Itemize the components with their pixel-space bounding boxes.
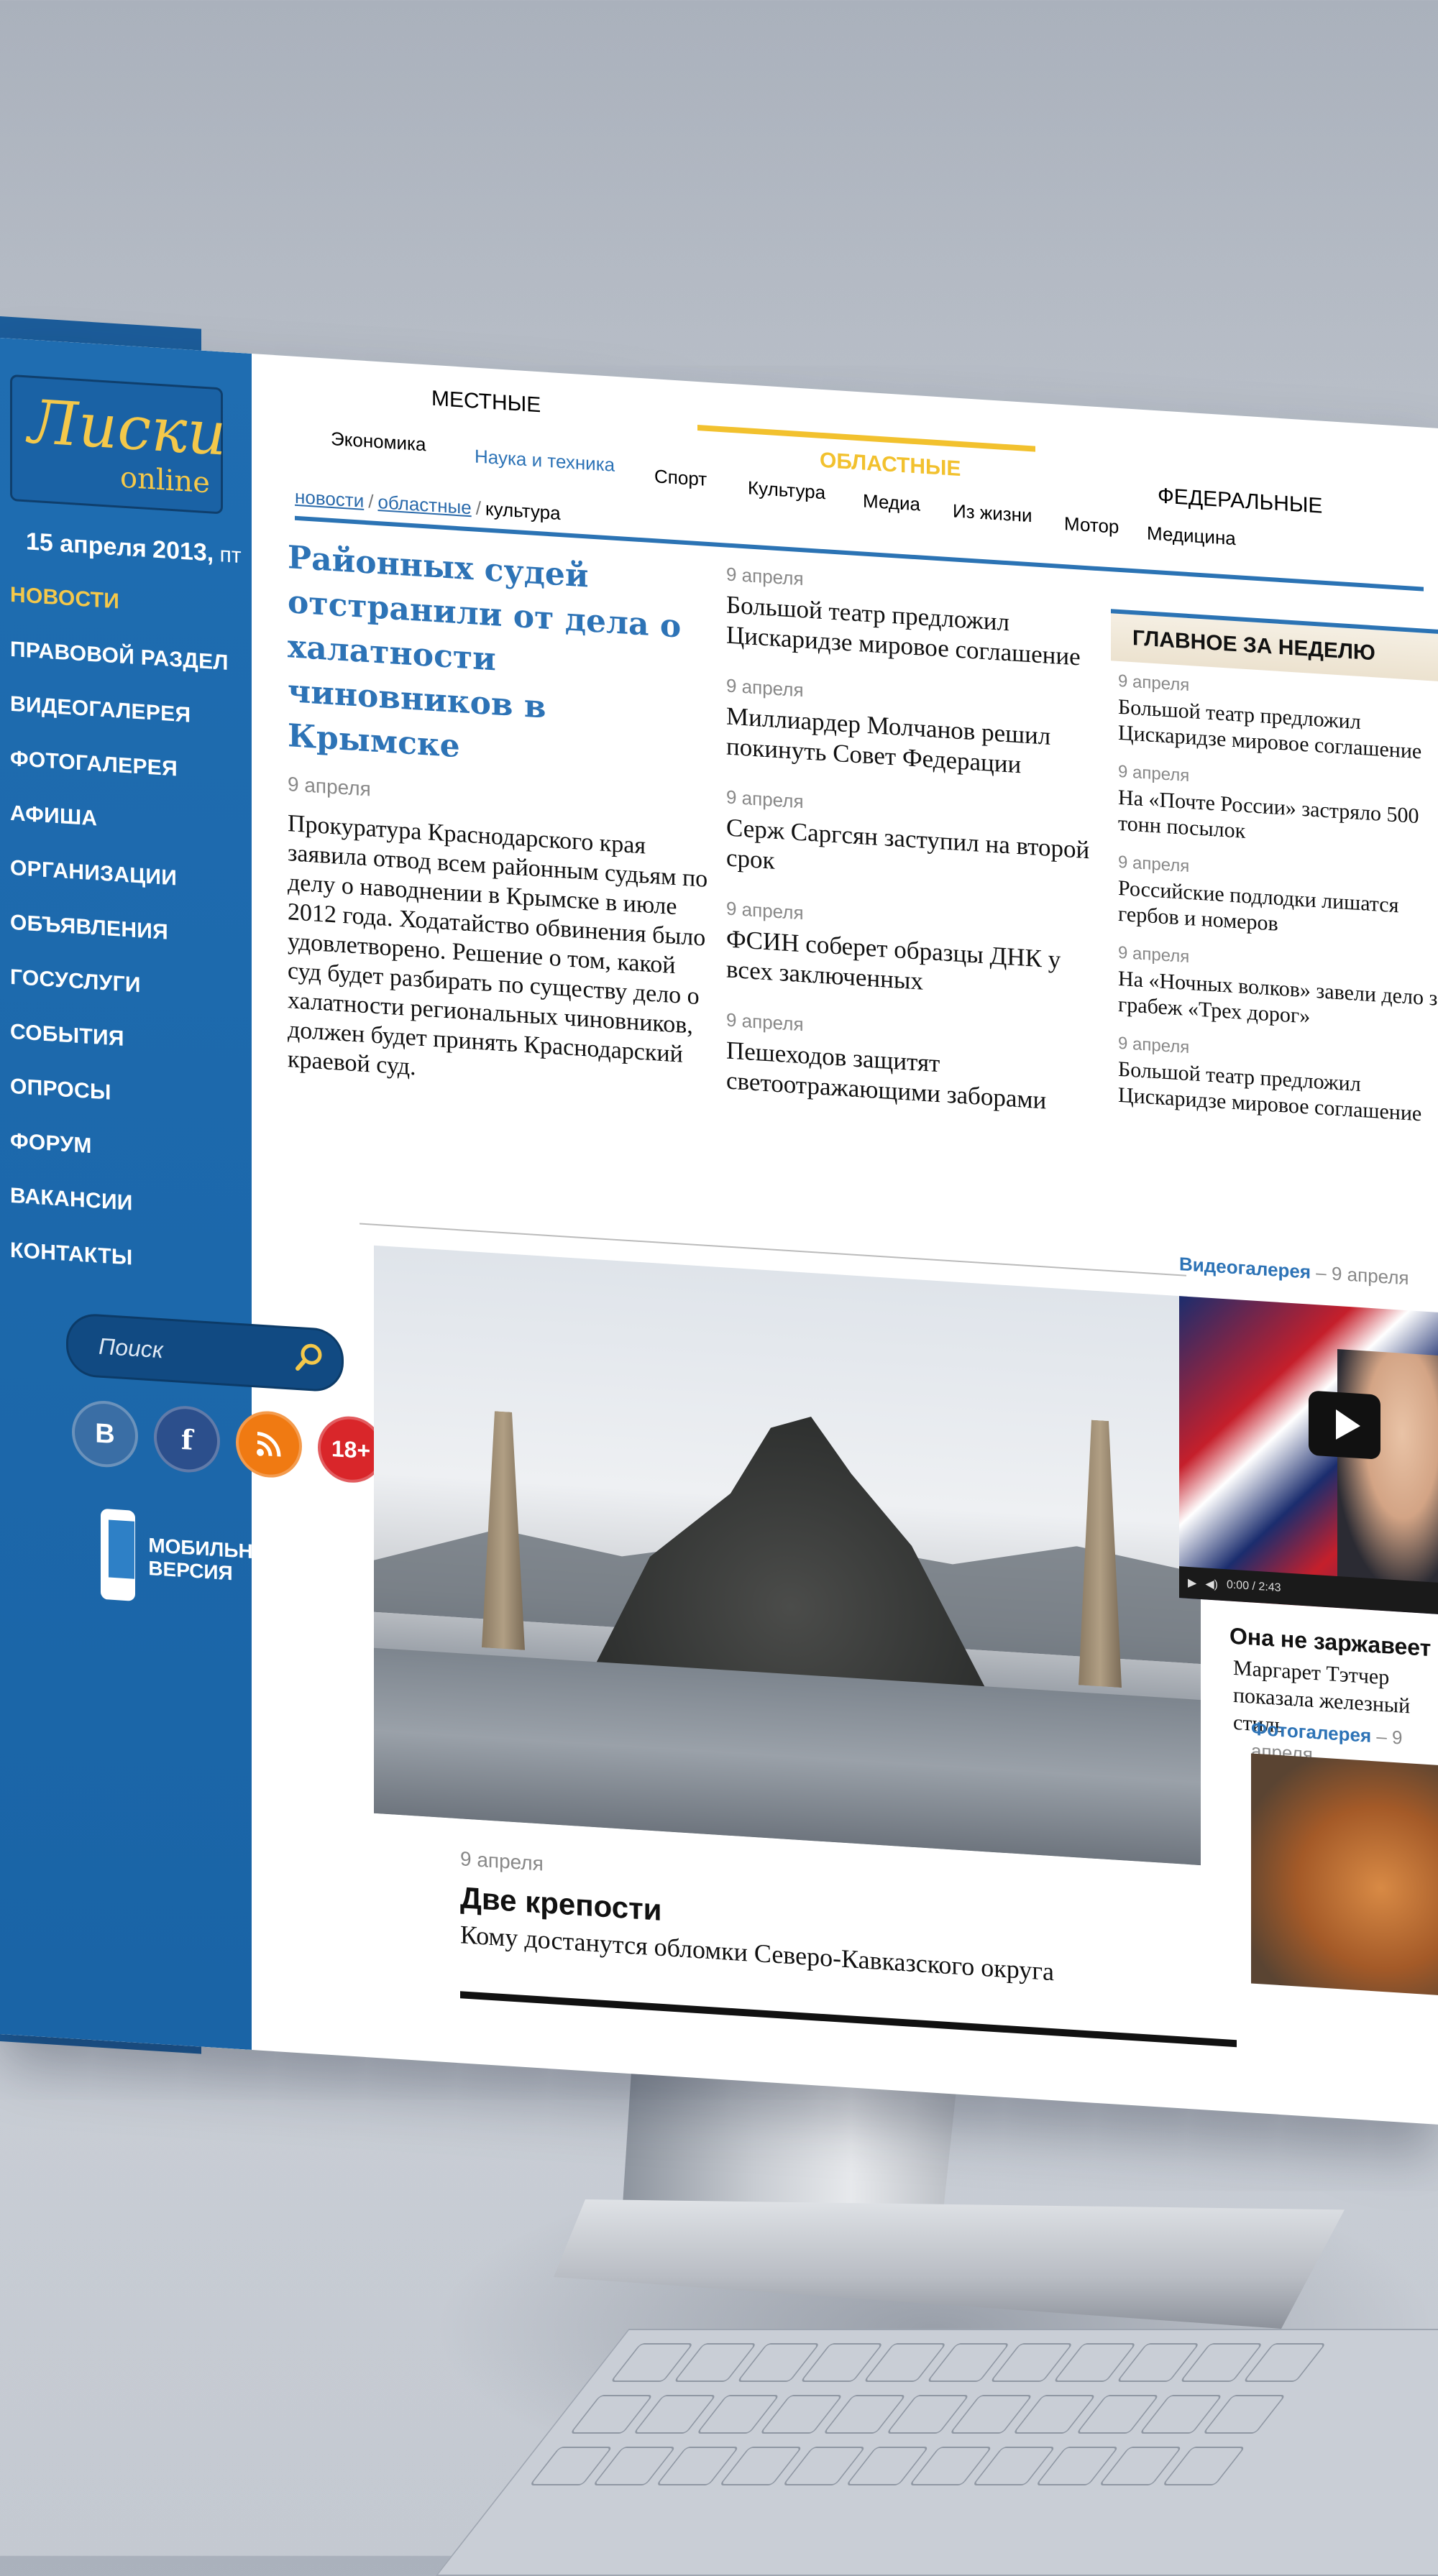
lead-article: Районных судей отстранили от дела о хала…	[288, 535, 712, 1100]
list-item[interactable]: 9 апреля Большой театр предложил Цискари…	[1118, 671, 1438, 767]
current-date: 15 апреля 2013, пт	[26, 528, 242, 569]
feature-caption: 9 апреля Две крепости Кому достанутся об…	[460, 1847, 1251, 1999]
subnav-economy[interactable]: Экономика	[331, 428, 426, 456]
mobile-version-label: МОБИЛЬНАЯ ВЕРСИЯ	[148, 1533, 283, 1585]
video-thumbnail-person	[1337, 1349, 1438, 1588]
nav-item-afisha[interactable]: АФИША	[10, 801, 229, 840]
nav-item-video[interactable]: ВИДЕОГАЛЕРЕЯ	[10, 692, 229, 730]
photo-gallery-thumbnail[interactable]	[1251, 1753, 1438, 1997]
subnav-life[interactable]: Из жизни	[953, 500, 1032, 527]
photo-tower-left	[482, 1410, 525, 1650]
subnav-motor[interactable]: Мотор	[1064, 512, 1119, 538]
play-small-icon[interactable]: ▶	[1188, 1576, 1196, 1591]
list-item[interactable]: 9 апреля Миллиардер Молчанов решил покин…	[726, 675, 1107, 786]
nav-item-contacts[interactable]: КОНТАКТЫ	[10, 1238, 229, 1276]
news-list: 9 апреля Большой театр предложил Цискари…	[726, 564, 1107, 1144]
video-player[interactable]: ▶ ◀) 0:00 / 2:43	[1179, 1296, 1438, 1616]
feature-underline	[460, 1991, 1237, 2048]
date-weekday: пт	[219, 543, 242, 569]
lead-article-title[interactable]: Районных судей отстранили от дела о хала…	[288, 535, 712, 785]
photo-tower-right	[1078, 1419, 1122, 1688]
list-item[interactable]: 9 апреля Пешеходов защитят светоотражающ…	[726, 1009, 1107, 1120]
list-item[interactable]: 9 апреля На «Ночных волков» завели дело …	[1118, 943, 1438, 1039]
nav-item-news[interactable]: НОВОСТИ	[10, 583, 229, 621]
subnav-media[interactable]: Медиа	[863, 489, 920, 515]
list-item[interactable]: 9 апреля ФСИН соберет образцы ДНК у всех…	[726, 898, 1107, 1008]
nav-item-forum[interactable]: ФОРУМ	[10, 1129, 229, 1167]
subnav-culture[interactable]: Культура	[748, 477, 825, 504]
breadcrumb-separator: /	[368, 490, 374, 512]
main-nav: НОВОСТИ ПРАВОВОЙ РАЗДЕЛ ВИДЕОГАЛЕРЕЯ ФОТ…	[10, 583, 229, 1307]
date-year: 2013,	[152, 535, 214, 567]
rss-icon[interactable]	[236, 1409, 302, 1480]
nav-item-polls[interactable]: ОПРОСЫ	[10, 1075, 229, 1113]
breadcrumb-separator: /	[475, 497, 481, 520]
volume-icon[interactable]: ◀)	[1205, 1576, 1218, 1591]
smartphone-icon	[101, 1508, 136, 1601]
monitor-screen-frame: Лиски online 15 апреля 2013, пт НОВОСТИ …	[0, 315, 1438, 2146]
list-item[interactable]: 9 апреля Большой театр предложил Цискари…	[726, 564, 1107, 674]
nav-item-organizations[interactable]: ОРГАНИЗАЦИИ	[10, 856, 229, 894]
video-time: 0:00 / 2:43	[1226, 1578, 1281, 1595]
subnav-sport[interactable]: Спорт	[654, 465, 707, 491]
top-of-week: ГЛАВНОЕ ЗА НЕДЕЛЮ 9 апреля Большой театр…	[1111, 609, 1438, 1145]
site-logo[interactable]: Лиски online	[10, 374, 226, 515]
video-gallery-link[interactable]: Видеогалерея	[1179, 1253, 1311, 1283]
sidebar: Лиски online 15 апреля 2013, пт НОВОСТИ …	[0, 338, 384, 2051]
search-icon[interactable]	[294, 1340, 326, 1374]
nav-item-legal[interactable]: ПРАВОВОЙ РАЗДЕЛ	[10, 638, 229, 676]
breadcrumb-current: культура	[485, 497, 561, 525]
nav-item-ads[interactable]: ОБЪЯВЛЕНИЯ	[10, 911, 229, 949]
subnav-science[interactable]: Наука и техника	[475, 446, 615, 477]
photo-rock-fortress	[590, 1403, 992, 1701]
lead-article-text: Прокуратура Краснодарского края заявила …	[288, 810, 708, 1081]
website-screen: Лиски online 15 апреля 2013, пт НОВОСТИ …	[0, 338, 1438, 2125]
logo-main-text: Лиски	[28, 386, 226, 469]
logo-sub-text: online	[120, 461, 210, 500]
date-day: 15 апреля	[26, 528, 147, 563]
search-box	[66, 1312, 344, 1394]
tab-local[interactable]: МЕСТНЫЕ	[431, 387, 541, 418]
photo-water	[374, 1647, 1201, 1866]
mobile-version-link[interactable]: МОБИЛЬНАЯ ВЕРСИЯ	[101, 1508, 296, 1611]
subnav-medicine[interactable]: Медицина	[1147, 522, 1236, 550]
social-links: В f 18+	[72, 1399, 384, 1485]
video-gallery-date: – 9 апреля	[1316, 1261, 1409, 1289]
nav-item-photo[interactable]: ФОТОГАЛЕРЕЯ	[10, 747, 229, 785]
list-item[interactable]: 9 апреля Серж Саргсян заступил на второй…	[726, 786, 1107, 897]
search-input[interactable]	[97, 1326, 287, 1378]
feature-photo[interactable]	[374, 1245, 1201, 1866]
tab-federal[interactable]: ФЕДЕРАЛЬНЫЕ	[1158, 484, 1322, 518]
list-item[interactable]: 9 апреля На «Почте России» застряло 500 …	[1118, 762, 1438, 857]
nav-item-gosuslugi[interactable]: ГОСУСЛУГИ	[10, 965, 229, 1003]
video-gallery-label: Видеогалерея – 9 апреля	[1179, 1253, 1409, 1289]
nav-item-events[interactable]: СОБЫТИЯ	[10, 1020, 229, 1058]
breadcrumb-regional[interactable]: областные	[377, 491, 471, 518]
breadcrumb-news[interactable]: новости	[295, 486, 364, 512]
list-item[interactable]: 9 апреля Большой театр предложил Цискари…	[1118, 1034, 1438, 1129]
top-of-week-heading: ГЛАВНОЕ ЗА НЕДЕЛЮ	[1111, 609, 1438, 682]
nav-item-vacancies[interactable]: ВАКАНСИИ	[10, 1184, 229, 1222]
active-tab-indicator	[697, 425, 1035, 452]
facebook-icon[interactable]: f	[154, 1404, 220, 1475]
vk-icon[interactable]: В	[72, 1399, 138, 1470]
tab-regional[interactable]: ОБЛАСТНЫЕ	[820, 448, 961, 482]
list-item[interactable]: 9 апреля Российские подлодки лишатся гер…	[1118, 852, 1438, 948]
play-icon[interactable]	[1309, 1390, 1380, 1460]
